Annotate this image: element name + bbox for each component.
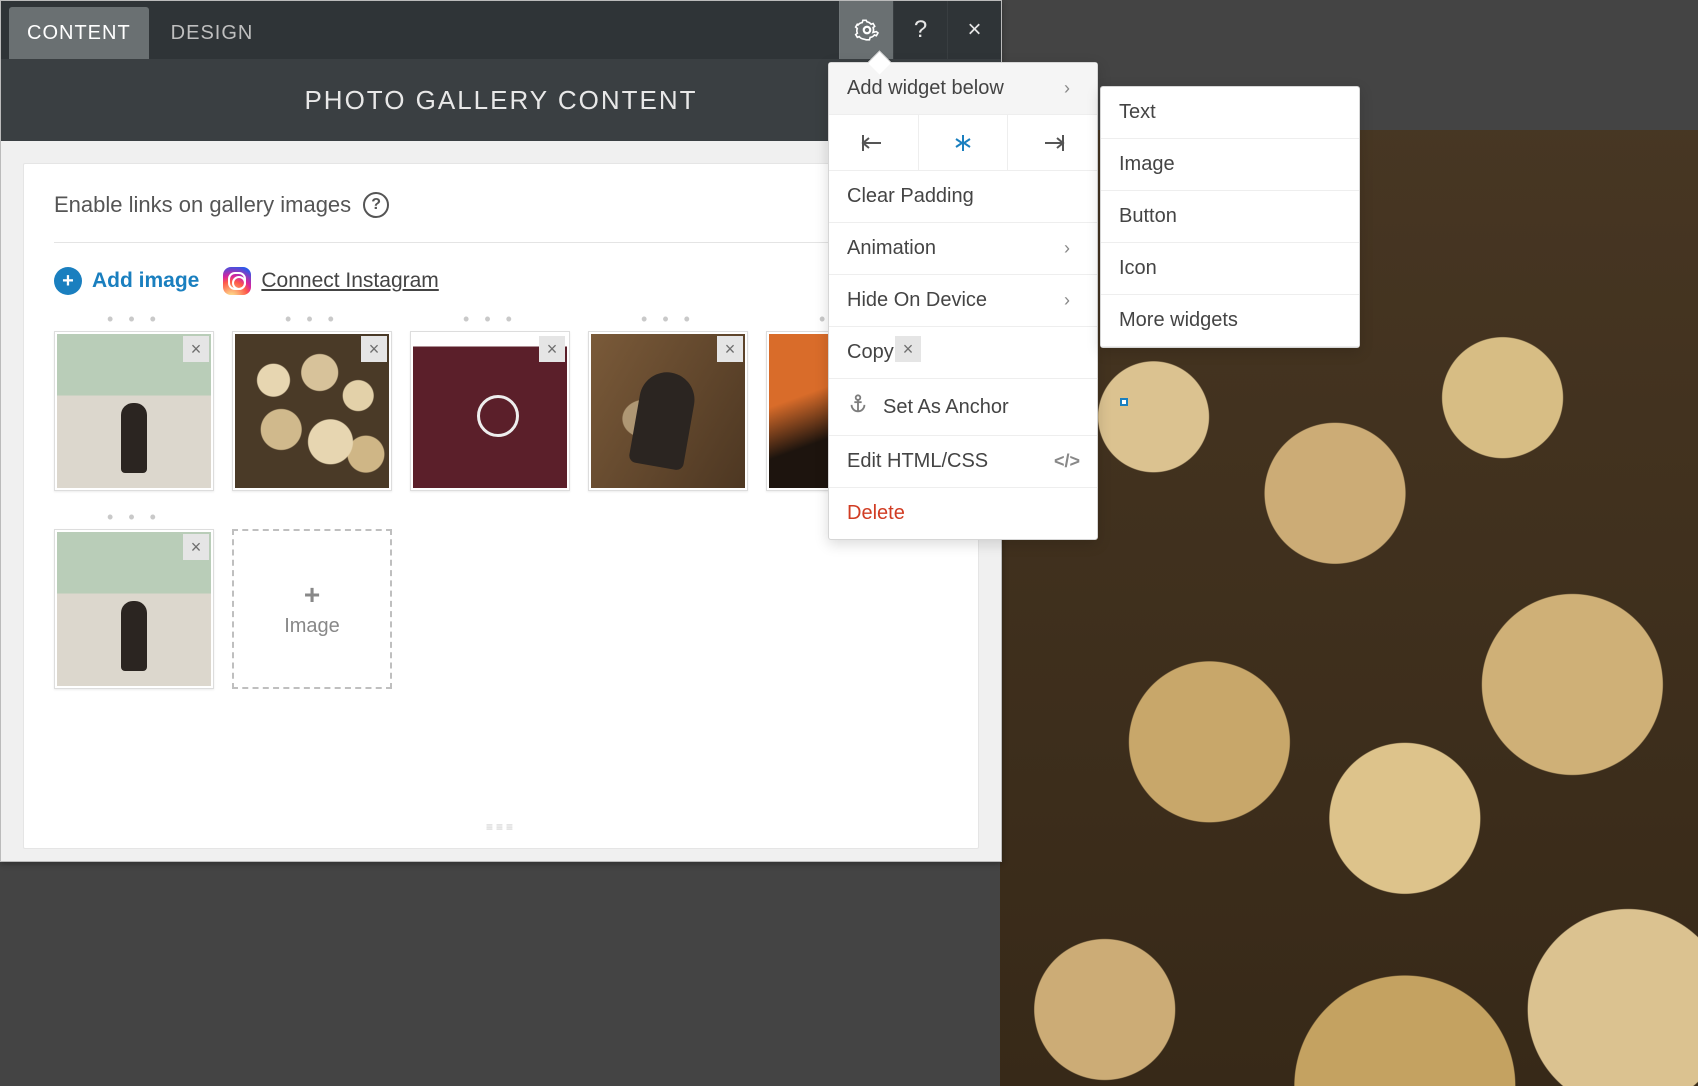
drag-handle[interactable]: • • • bbox=[463, 313, 517, 331]
enable-links-help[interactable]: ? bbox=[363, 192, 389, 218]
plus-icon: + bbox=[304, 581, 320, 609]
gear-icon bbox=[854, 17, 880, 43]
align-left-button[interactable] bbox=[829, 115, 919, 170]
thumb-remove-button[interactable]: × bbox=[183, 336, 209, 362]
close-panel-button[interactable]: × bbox=[947, 1, 1001, 59]
align-center-icon bbox=[949, 133, 977, 153]
menu-copy[interactable]: Copy bbox=[829, 327, 1097, 379]
gallery-thumb[interactable]: × bbox=[54, 529, 214, 689]
submenu-label: More widgets bbox=[1119, 309, 1238, 332]
enable-links-row: Enable links on gallery images ? bbox=[54, 192, 948, 243]
close-icon: × bbox=[967, 16, 981, 44]
submenu-more-widgets[interactable]: More widgets bbox=[1101, 295, 1359, 347]
tab-design[interactable]: DESIGN bbox=[153, 7, 272, 59]
menu-label: Edit HTML/CSS bbox=[847, 450, 988, 473]
image-grid: • • • × • • • × • • • bbox=[54, 313, 948, 689]
thumb-wrap: • • • × bbox=[54, 313, 214, 491]
align-center-button[interactable] bbox=[919, 115, 1009, 170]
gallery-thumb[interactable]: × bbox=[410, 331, 570, 491]
anchor-icon bbox=[847, 393, 869, 421]
menu-add-widget-below[interactable]: Add widget below › bbox=[829, 63, 1097, 115]
submenu-label: Image bbox=[1119, 153, 1175, 176]
align-right-icon bbox=[1039, 133, 1067, 153]
submenu-label: Button bbox=[1119, 205, 1177, 228]
menu-hide-on-device[interactable]: Hide On Device › bbox=[829, 275, 1097, 327]
panel-resize-handle[interactable]: ≡≡≡ bbox=[54, 822, 948, 832]
chevron-right-icon: › bbox=[1055, 290, 1079, 311]
settings-dropdown: Add widget below › Clear bbox=[828, 62, 1098, 540]
connect-instagram-button[interactable]: Connect Instagram bbox=[223, 267, 438, 295]
menu-animation[interactable]: Animation › bbox=[829, 223, 1097, 275]
settings-button[interactable] bbox=[839, 1, 893, 59]
gallery-thumb[interactable]: × bbox=[232, 331, 392, 491]
menu-label: Hide On Device bbox=[847, 289, 987, 312]
submenu-text[interactable]: Text bbox=[1101, 87, 1359, 139]
thumb-wrap: • • • × bbox=[54, 511, 214, 689]
menu-label: Clear Padding bbox=[847, 185, 974, 208]
thumb-wrap: • • • × bbox=[232, 313, 392, 491]
add-image-button[interactable]: + Add image bbox=[54, 267, 199, 295]
gallery-thumb[interactable]: × bbox=[588, 331, 748, 491]
submenu-button[interactable]: Button bbox=[1101, 191, 1359, 243]
code-icon: </> bbox=[1055, 451, 1079, 472]
menu-label: Delete bbox=[847, 502, 905, 525]
help-button[interactable]: ? bbox=[893, 1, 947, 59]
thumb-remove-button[interactable]: × bbox=[183, 534, 209, 560]
menu-set-as-anchor[interactable]: Set As Anchor bbox=[829, 379, 1097, 436]
drag-handle[interactable]: • • • bbox=[641, 313, 695, 331]
tab-content[interactable]: CONTENT bbox=[9, 7, 149, 59]
add-image-label: Add image bbox=[92, 269, 199, 293]
thumb-remove-button[interactable]: × bbox=[361, 336, 387, 362]
menu-clear-padding[interactable]: Clear Padding bbox=[829, 171, 1097, 223]
menu-label: Set As Anchor bbox=[883, 396, 1009, 419]
menu-delete[interactable]: Delete bbox=[829, 488, 1097, 539]
drag-handle[interactable]: • • • bbox=[107, 313, 161, 331]
drag-handle[interactable]: • • • bbox=[285, 313, 339, 331]
add-image-tile[interactable]: + Image bbox=[232, 529, 392, 689]
question-icon: ? bbox=[914, 16, 927, 44]
align-left-icon bbox=[859, 133, 887, 153]
chevron-right-icon: › bbox=[1055, 78, 1079, 99]
selection-handle[interactable] bbox=[1120, 398, 1128, 406]
chevron-right-icon: › bbox=[1055, 238, 1079, 259]
thumb-wrap: • • • × bbox=[588, 313, 748, 491]
thumb-wrap: • • • × bbox=[410, 313, 570, 491]
submenu-label: Text bbox=[1119, 101, 1156, 124]
panel-toolbar: CONTENT DESIGN ? × bbox=[1, 1, 1001, 59]
thumb-remove-button[interactable]: × bbox=[717, 336, 743, 362]
thumb-wrap: • • • + Image bbox=[232, 511, 392, 689]
plus-circle-icon: + bbox=[54, 267, 82, 295]
submenu-image[interactable]: Image bbox=[1101, 139, 1359, 191]
toolbar-tabs: CONTENT DESIGN bbox=[1, 1, 279, 59]
gallery-thumb[interactable]: × bbox=[54, 331, 214, 491]
connect-instagram-label: Connect Instagram bbox=[261, 269, 438, 293]
alignment-row bbox=[829, 115, 1097, 171]
menu-label: Add widget below bbox=[847, 77, 1004, 100]
menu-label: Animation bbox=[847, 237, 936, 260]
instagram-icon bbox=[223, 267, 251, 295]
menu-label: Copy bbox=[847, 341, 894, 364]
thumb-remove-button[interactable]: × bbox=[895, 336, 921, 362]
add-image-tile-label: Image bbox=[284, 615, 340, 638]
drag-handle[interactable]: • • • bbox=[107, 511, 161, 529]
enable-links-label: Enable links on gallery images bbox=[54, 192, 351, 218]
menu-edit-html-css[interactable]: Edit HTML/CSS </> bbox=[829, 436, 1097, 488]
gallery-action-row: + Add image Connect Instagram Del bbox=[54, 267, 948, 295]
add-widget-submenu: Text Image Button Icon More widgets bbox=[1100, 86, 1360, 348]
submenu-label: Icon bbox=[1119, 257, 1157, 280]
align-right-button[interactable] bbox=[1008, 115, 1097, 170]
submenu-icon[interactable]: Icon bbox=[1101, 243, 1359, 295]
thumb-remove-button[interactable]: × bbox=[539, 336, 565, 362]
